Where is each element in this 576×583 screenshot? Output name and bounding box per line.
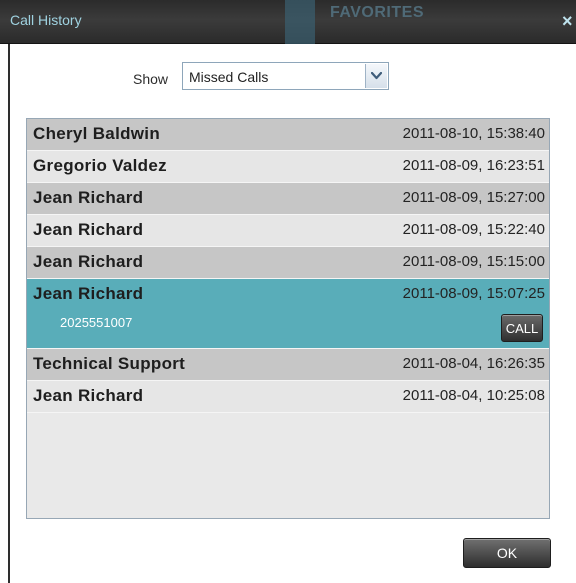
ok-button[interactable]: OK	[463, 538, 551, 568]
caller-name: Jean Richard	[33, 386, 144, 405]
window-title: Call History	[10, 12, 82, 28]
call-timestamp: 2011-08-10, 15:38:40	[402, 125, 545, 142]
call-row[interactable]: Jean Richard 2011-08-09, 15:15:00	[27, 247, 549, 279]
caller-name: Jean Richard	[33, 284, 144, 303]
dropdown-arrow-button[interactable]	[365, 64, 387, 88]
call-button[interactable]: CALL	[501, 314, 543, 342]
call-timestamp: 2011-08-04, 16:26:35	[402, 355, 545, 372]
call-row[interactable]: Jean Richard 2011-08-04, 10:25:08	[27, 381, 549, 413]
call-timestamp: 2011-08-09, 15:27:00	[402, 189, 545, 206]
background-tab-highlight	[285, 0, 315, 44]
caller-name: Technical Support	[33, 354, 186, 373]
call-row[interactable]: Technical Support 2011-08-04, 16:26:35	[27, 349, 549, 381]
show-label: Show	[133, 71, 169, 87]
call-row-selected[interactable]: Jean Richard 2011-08-09, 15:07:25 202555…	[27, 279, 549, 349]
call-timestamp: 2011-08-09, 15:15:00	[402, 253, 545, 270]
call-history-list[interactable]: Cheryl Baldwin 2011-08-10, 15:38:40 Greg…	[26, 118, 550, 519]
call-row[interactable]: Jean Richard 2011-08-09, 15:27:00	[27, 183, 549, 215]
call-row[interactable]: Jean Richard 2011-08-09, 15:22:40	[27, 215, 549, 247]
caller-name: Cheryl Baldwin	[33, 124, 161, 143]
chevron-down-icon	[371, 72, 382, 80]
background-tab-favorites: FAVORITES	[330, 4, 424, 21]
title-bar: Call History FAVORITES ×	[0, 0, 576, 44]
call-timestamp: 2011-08-04, 10:25:08	[402, 387, 545, 404]
filter-row: Show Missed Calls	[0, 62, 576, 94]
call-filter-select[interactable]: Missed Calls	[182, 62, 389, 90]
call-filter-value: Missed Calls	[189, 69, 269, 85]
call-timestamp: 2011-08-09, 16:23:51	[402, 157, 545, 174]
caller-name: Jean Richard	[33, 188, 144, 207]
window-left-edge	[8, 44, 10, 583]
call-timestamp: 2011-08-09, 15:07:25	[402, 285, 545, 302]
caller-number: 2025551007	[60, 315, 133, 330]
caller-name: Jean Richard	[33, 252, 144, 271]
close-icon[interactable]: ×	[562, 8, 576, 34]
call-row[interactable]: Cheryl Baldwin 2011-08-10, 15:38:40	[27, 119, 549, 151]
call-timestamp: 2011-08-09, 15:22:40	[402, 221, 545, 238]
caller-name: Gregorio Valdez	[33, 156, 167, 175]
call-row[interactable]: Gregorio Valdez 2011-08-09, 16:23:51	[27, 151, 549, 183]
caller-name: Jean Richard	[33, 220, 144, 239]
